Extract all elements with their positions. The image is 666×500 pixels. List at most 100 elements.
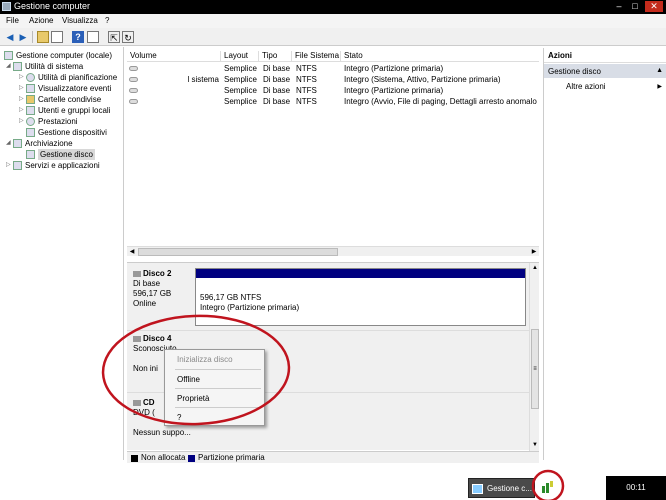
tree-item-services[interactable]: ▷ Servizi e applicazioni <box>6 160 124 171</box>
table-row[interactable]: Semplice Di base NTFS Integro (Partizion… <box>127 63 539 74</box>
disk2-label[interactable]: Disco 2 Di base 596,17 GB Online <box>133 269 199 309</box>
menu-item-properties[interactable]: Proprietà <box>177 394 209 403</box>
scroll-down-icon[interactable]: ▼ <box>530 440 540 450</box>
menu-file[interactable]: File <box>6 16 19 25</box>
tree-item-task-scheduler[interactable]: ▷ Utilità di pianificazione <box>19 72 124 83</box>
menu-item-offline[interactable]: Offline <box>177 375 200 384</box>
drive-icon <box>129 66 138 71</box>
scroll-up-icon[interactable]: ▲ <box>530 263 540 273</box>
export-icon[interactable]: ⇱ <box>108 31 120 43</box>
expand-icon[interactable]: ▷ <box>19 105 25 116</box>
drive-icon <box>129 88 138 93</box>
tree-item-system-tools[interactable]: ◢ Utilità di sistema <box>6 61 124 72</box>
computer-icon <box>4 51 13 60</box>
taskbar: Gestione c... 00:11 <box>0 476 666 500</box>
expand-icon[interactable]: ▷ <box>19 72 25 83</box>
scrollbar-thumb[interactable] <box>138 248 338 256</box>
more-actions[interactable]: Altre azioni <box>566 82 606 91</box>
scroll-left-icon[interactable]: ◀ <box>127 247 137 257</box>
network-tray-icon[interactable] <box>541 480 555 494</box>
expand-icon[interactable]: ▷ <box>19 94 25 105</box>
legend-swatch-primary <box>188 455 195 462</box>
legend-unallocated: Non allocata <box>141 453 186 462</box>
toolbar: ◀ ▶ ? ⇱ ↻ <box>0 28 666 46</box>
tree-item-storage[interactable]: ◢ Archiviazione <box>6 138 124 149</box>
minimize-button[interactable]: – <box>612 1 626 12</box>
forward-icon[interactable]: ▶ <box>17 31 29 43</box>
navigation-tree: Gestione computer (locale) ◢ Utilità di … <box>0 47 124 460</box>
shared-folder-icon <box>26 95 35 104</box>
table-header: Volume Layout Tipo File Sistema Stato <box>127 50 539 62</box>
table-row[interactable]: l sistema Semplice Di base NTFS Integro … <box>127 74 539 85</box>
event-viewer-icon <box>26 84 35 93</box>
show-hide-tree-icon[interactable] <box>51 31 63 43</box>
hard-disk-icon <box>133 335 141 342</box>
vertical-scrollbar[interactable]: ▲ ≡ ▼ <box>529 263 539 451</box>
tools-icon <box>13 62 22 71</box>
horizontal-scrollbar[interactable]: ◀ ▶ <box>127 246 539 256</box>
actions-section[interactable]: Gestione disco ▲ <box>544 64 666 78</box>
cd-drive-icon <box>133 399 141 406</box>
col-file-system[interactable]: File Sistema <box>291 51 340 62</box>
services-icon <box>13 161 22 170</box>
menu-azione[interactable]: Azione <box>29 16 53 25</box>
refresh-icon[interactable]: ↻ <box>122 31 134 43</box>
tree-item-event-viewer[interactable]: ▷ Visualizzatore eventi <box>19 83 124 94</box>
expand-icon[interactable]: ▷ <box>19 116 25 127</box>
collapse-icon[interactable]: ◢ <box>6 138 12 149</box>
title-bar: Gestione computer – □ ✕ <box>0 0 666 14</box>
device-manager-icon <box>26 128 35 137</box>
table-row[interactable]: Semplice Di base NTFS Integro (Avvio, Fi… <box>127 96 539 107</box>
computer-management-icon <box>2 2 11 11</box>
tree-item-shared-folders[interactable]: ▷ Cartelle condivise <box>19 94 124 105</box>
clock-icon <box>26 73 35 82</box>
storage-icon <box>13 139 22 148</box>
expand-icon[interactable]: ▷ <box>19 83 25 94</box>
system-clock[interactable]: 00:11 <box>606 476 666 500</box>
menu-visualizza[interactable]: Visualizza <box>62 16 98 25</box>
menu-item-help[interactable]: ? <box>177 413 181 422</box>
menu-help[interactable]: ? <box>105 16 109 25</box>
performance-icon <box>26 117 35 126</box>
menu-item-initialize-disk[interactable]: Inizializza disco <box>177 355 233 364</box>
tree-item-disk-management[interactable]: Gestione disco <box>19 149 124 160</box>
close-button[interactable]: ✕ <box>645 1 663 12</box>
tree-item-performance[interactable]: ▷ Prestazioni <box>19 116 124 127</box>
maximize-button[interactable]: □ <box>628 1 642 12</box>
disk2-partition[interactable]: 596,17 GB NTFS Integro (Partizione prima… <box>195 268 526 326</box>
back-icon[interactable]: ◀ <box>4 31 16 43</box>
menu-bar: File Azione Visualizza ? <box>0 14 666 28</box>
expand-icon[interactable]: ▷ <box>6 160 12 171</box>
col-stato[interactable]: Stato <box>340 51 539 62</box>
col-tipo[interactable]: Tipo <box>258 51 291 62</box>
users-icon <box>26 106 35 115</box>
hard-disk-icon <box>133 270 141 277</box>
collapse-icon[interactable]: ▲ <box>656 67 663 74</box>
taskbar-app-button[interactable]: Gestione c... <box>468 478 535 498</box>
actions-header: Azioni <box>544 48 666 63</box>
up-folder-icon[interactable] <box>37 31 49 43</box>
help-icon[interactable]: ? <box>72 31 84 43</box>
window-title: Gestione computer <box>14 1 91 11</box>
drive-icon <box>129 99 138 104</box>
disk-icon <box>26 150 35 159</box>
volume-table: Volume Layout Tipo File Sistema Stato Se… <box>127 50 539 257</box>
tree-item-device-manager[interactable]: Gestione dispositivi <box>19 127 124 138</box>
scroll-right-icon[interactable]: ▶ <box>529 247 539 257</box>
legend-primary: Partizione primaria <box>198 453 265 462</box>
computer-management-icon <box>472 484 483 494</box>
legend-swatch-unallocated <box>131 455 138 462</box>
drive-icon <box>129 77 138 82</box>
collapse-icon[interactable]: ◢ <box>6 61 12 72</box>
col-layout[interactable]: Layout <box>220 51 258 62</box>
col-volume[interactable]: Volume <box>127 51 219 62</box>
tree-item-local-users[interactable]: ▷ Utenti e gruppi locali <box>19 105 124 116</box>
partition-color-bar <box>196 269 525 278</box>
legend: Non allocata Partizione primaria <box>127 451 539 463</box>
context-menu: Inizializza disco Offline Proprietà ? <box>164 349 265 426</box>
actions-panel: Azioni Gestione disco ▲ Altre azioni ▶ <box>543 48 666 460</box>
properties-icon[interactable] <box>87 31 99 43</box>
table-row[interactable]: Semplice Di base NTFS Integro (Partizion… <box>127 85 539 96</box>
scrollbar-thumb[interactable]: ≡ <box>531 329 539 409</box>
disk-separator <box>127 330 529 331</box>
